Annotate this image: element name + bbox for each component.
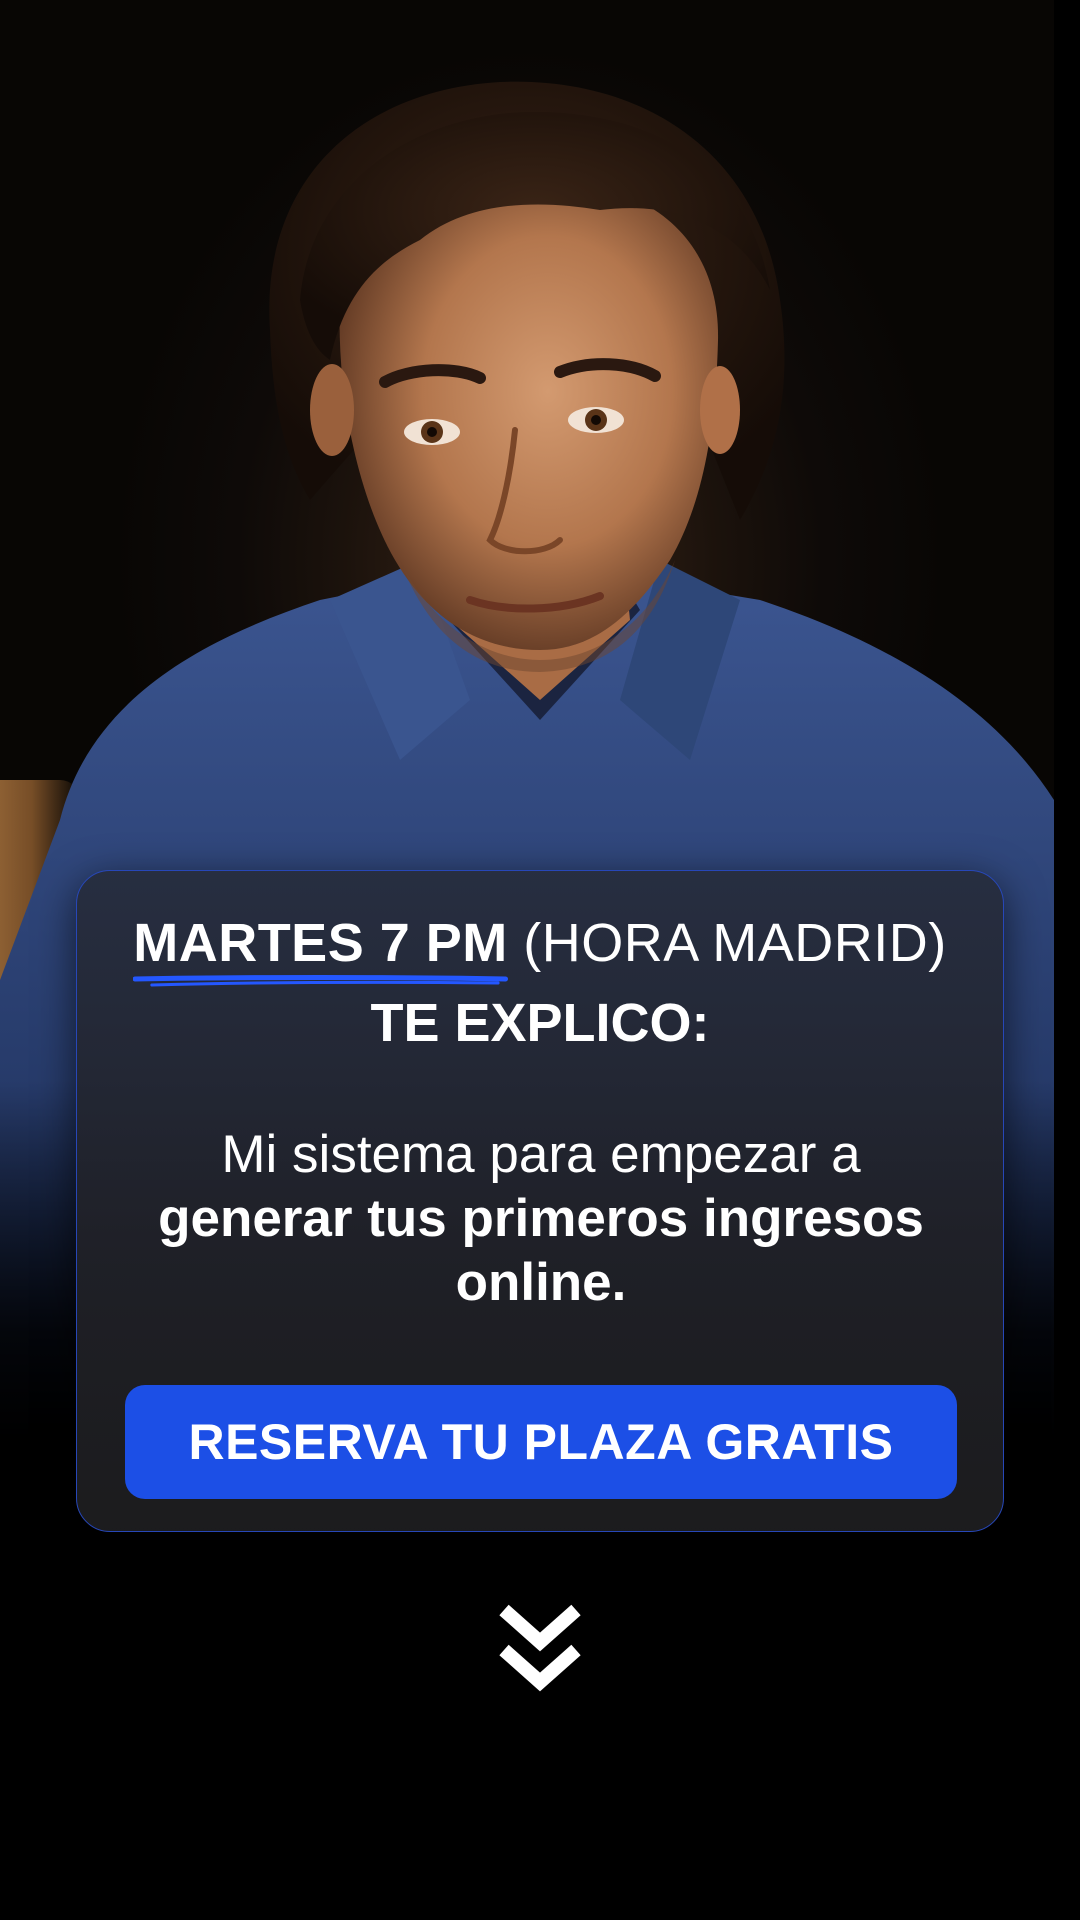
double-chevron-down-icon[interactable] [496,1600,584,1700]
webinar-card: MARTES 7 PM (HORA MADRID) TE EXPLICO: Mi… [76,870,1004,1532]
intro-heading: TE EXPLICO: [370,993,710,1053]
schedule-timezone: (HORA MADRID) [523,913,947,973]
highlight-underline [133,975,508,987]
schedule-line: MARTES 7 PM (HORA MADRID) [77,911,1003,987]
pitch-emphasis: generar tus primeros ingresos online. [158,1189,924,1312]
pitch-lead: Mi sistema para empezar a [221,1125,861,1184]
side-bar [1054,0,1080,1920]
schedule-date-time: MARTES 7 PM [133,911,508,987]
schedule-date-time-text: MARTES 7 PM [133,913,508,973]
reserve-spot-button[interactable]: RESERVA TU PLAZA GRATIS [125,1385,957,1499]
pitch-text: Mi sistema para empezar a generar tus pr… [97,1123,985,1315]
